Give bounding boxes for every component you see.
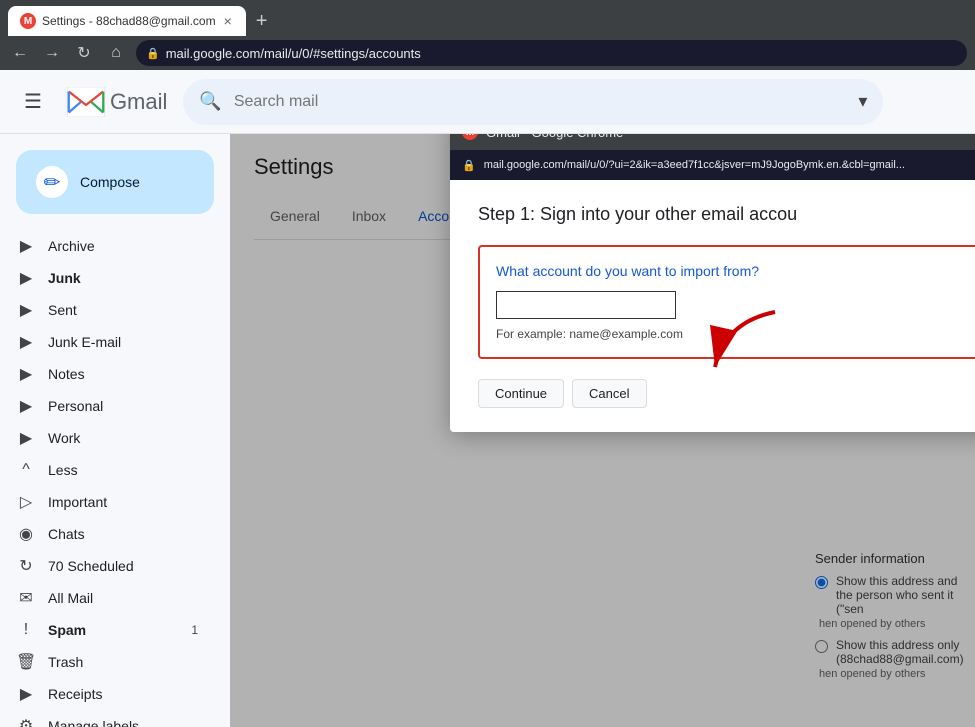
spam-icon: ! — [16, 621, 36, 639]
sidebar-item-label: Personal — [48, 398, 198, 414]
gmail-logo-text: Gmail — [110, 89, 167, 115]
archive-icon: ▶ — [16, 236, 36, 256]
modal-url: mail.google.com/mail/u/0/?ui=2&ik=a3eed7… — [484, 159, 905, 171]
compose-button[interactable]: ✏ Compose — [16, 150, 214, 214]
browser-chrome: M Settings - 88chad88@gmail.com × + ← → … — [0, 0, 975, 70]
sidebar-item-all-mail[interactable]: ✉ All Mail — [0, 582, 214, 614]
new-tab-button[interactable]: + — [250, 10, 274, 33]
sidebar-item-label: Chats — [48, 526, 198, 542]
modal-titlebar: M Gmail - Google Chrome − □ × — [450, 134, 975, 150]
gmail-m-icon — [66, 87, 106, 117]
notes-icon: ▶ — [16, 364, 36, 384]
sidebar-item-label: 70 Scheduled — [48, 558, 198, 574]
less-icon: ^ — [16, 461, 36, 479]
continue-button[interactable]: Continue — [478, 379, 564, 408]
step-title: Step 1: Sign into your other email accou — [478, 204, 975, 225]
chats-icon: ◉ — [16, 524, 36, 544]
search-dropdown-icon[interactable]: ▾ — [858, 91, 867, 112]
modal-minimize-button[interactable]: − — [952, 134, 972, 142]
search-icon: 🔍 — [199, 91, 221, 112]
sidebar-item-notes[interactable]: ▶ Notes — [0, 358, 214, 390]
sidebar-item-less[interactable]: ^ Less — [0, 454, 214, 486]
sidebar-item-label: Trash — [48, 654, 198, 670]
hamburger-menu-button[interactable]: ☰ — [16, 81, 50, 122]
gmail-body: ✏ Compose ▶ Archive ▶ Junk ▶ Sent ▶ Junk… — [0, 134, 975, 727]
sidebar-item-chats[interactable]: ◉ Chats — [0, 518, 214, 550]
sidebar-item-sent[interactable]: ▶ Sent — [0, 294, 214, 326]
sidebar: ✏ Compose ▶ Archive ▶ Junk ▶ Sent ▶ Junk… — [0, 134, 230, 727]
sidebar-item-label: Important — [48, 494, 198, 510]
modal-buttons: Continue Cancel — [478, 379, 975, 408]
home-button[interactable]: ⌂ — [104, 41, 128, 65]
import-question: What account do you want to import from? — [496, 263, 975, 279]
main-content: Settings General Inbox Accounts and Impo… — [230, 134, 975, 727]
work-icon: ▶ — [16, 428, 36, 448]
modal-title-text: Gmail - Google Chrome — [486, 134, 944, 140]
import-section: What account do you want to import from?… — [478, 245, 975, 359]
tab-bar: M Settings - 88chad88@gmail.com × + — [0, 0, 975, 36]
sidebar-item-label: Junk — [48, 270, 198, 286]
sidebar-item-label: Notes — [48, 366, 198, 382]
compose-icon: ✏ — [36, 166, 68, 198]
sidebar-item-label: Manage labels — [48, 718, 198, 727]
tab-favicon: M — [20, 13, 36, 29]
modal-favicon: M — [462, 134, 478, 140]
url-box[interactable]: 🔒 mail.google.com/mail/u/0/#settings/acc… — [136, 40, 967, 66]
sidebar-item-label: Sent — [48, 302, 198, 318]
gmail-logo: Gmail — [66, 87, 167, 117]
import-email-input[interactable] — [496, 291, 676, 319]
forward-button[interactable]: → — [40, 41, 64, 65]
tab-close-button[interactable]: × — [222, 11, 234, 31]
scheduled-icon: ↻ — [16, 556, 36, 576]
cancel-button[interactable]: Cancel — [572, 379, 646, 408]
important-icon: ▷ — [16, 492, 36, 512]
search-bar[interactable]: 🔍 ▾ — [183, 79, 883, 125]
back-button[interactable]: ← — [8, 41, 32, 65]
trash-icon: 🗑 — [16, 652, 36, 672]
sidebar-item-manage-labels[interactable]: ⚙ Manage labels — [0, 710, 214, 727]
sidebar-item-label: Archive — [48, 238, 198, 254]
personal-icon: ▶ — [16, 396, 36, 416]
sidebar-item-archive[interactable]: ▶ Archive — [0, 230, 214, 262]
all-mail-icon: ✉ — [16, 588, 36, 608]
sidebar-item-personal[interactable]: ▶ Personal — [0, 390, 214, 422]
sent-icon: ▶ — [16, 300, 36, 320]
search-input[interactable] — [234, 93, 847, 111]
compose-label: Compose — [80, 174, 140, 190]
modal-content: Step 1: Sign into your other email accou… — [450, 180, 975, 432]
sidebar-item-label: All Mail — [48, 590, 198, 606]
receipts-icon: ▶ — [16, 684, 36, 704]
sidebar-item-work[interactable]: ▶ Work — [0, 422, 214, 454]
address-bar: ← → ↻ ⌂ 🔒 mail.google.com/mail/u/0/#sett… — [0, 36, 975, 70]
sidebar-item-label: Less — [48, 462, 198, 478]
sidebar-item-label: Receipts — [48, 686, 198, 702]
url-text: mail.google.com/mail/u/0/#settings/accou… — [166, 46, 421, 61]
modal-dialog: M Gmail - Google Chrome − □ × 🔒 mail.goo… — [450, 134, 975, 432]
sidebar-item-important[interactable]: ▷ Important — [0, 486, 214, 518]
spam-count: 1 — [191, 623, 198, 637]
tab-title: Settings - 88chad88@gmail.com — [42, 14, 216, 28]
sidebar-item-receipts[interactable]: ▶ Receipts — [0, 678, 214, 710]
reload-button[interactable]: ↻ — [72, 41, 96, 65]
sidebar-item-label: Junk E-mail — [48, 334, 198, 350]
lock-icon: 🔒 — [146, 47, 160, 60]
sidebar-item-trash[interactable]: 🗑 Trash — [0, 646, 214, 678]
gmail-header: ☰ Gmail 🔍 ▾ — [0, 70, 975, 134]
junk-email-icon: ▶ — [16, 332, 36, 352]
import-example: For example: name@example.com — [496, 327, 975, 341]
sidebar-item-scheduled[interactable]: ↻ 70 Scheduled — [0, 550, 214, 582]
manage-labels-icon: ⚙ — [16, 716, 36, 727]
sidebar-item-label: Spam — [48, 622, 179, 638]
modal-address-bar: 🔒 mail.google.com/mail/u/0/?ui=2&ik=a3ee… — [450, 150, 975, 180]
junk-icon: ▶ — [16, 268, 36, 288]
modal-lock-icon: 🔒 — [462, 159, 476, 172]
browser-tab[interactable]: M Settings - 88chad88@gmail.com × — [8, 6, 246, 36]
gmail-container: ☰ Gmail 🔍 ▾ ✏ Compose — [0, 70, 975, 727]
sidebar-item-label: Work — [48, 430, 198, 446]
sidebar-item-junk[interactable]: ▶ Junk — [0, 262, 214, 294]
sidebar-item-spam[interactable]: ! Spam 1 — [0, 614, 214, 646]
modal-controls: − □ × — [952, 134, 975, 142]
sidebar-item-junk-email[interactable]: ▶ Junk E-mail — [0, 326, 214, 358]
